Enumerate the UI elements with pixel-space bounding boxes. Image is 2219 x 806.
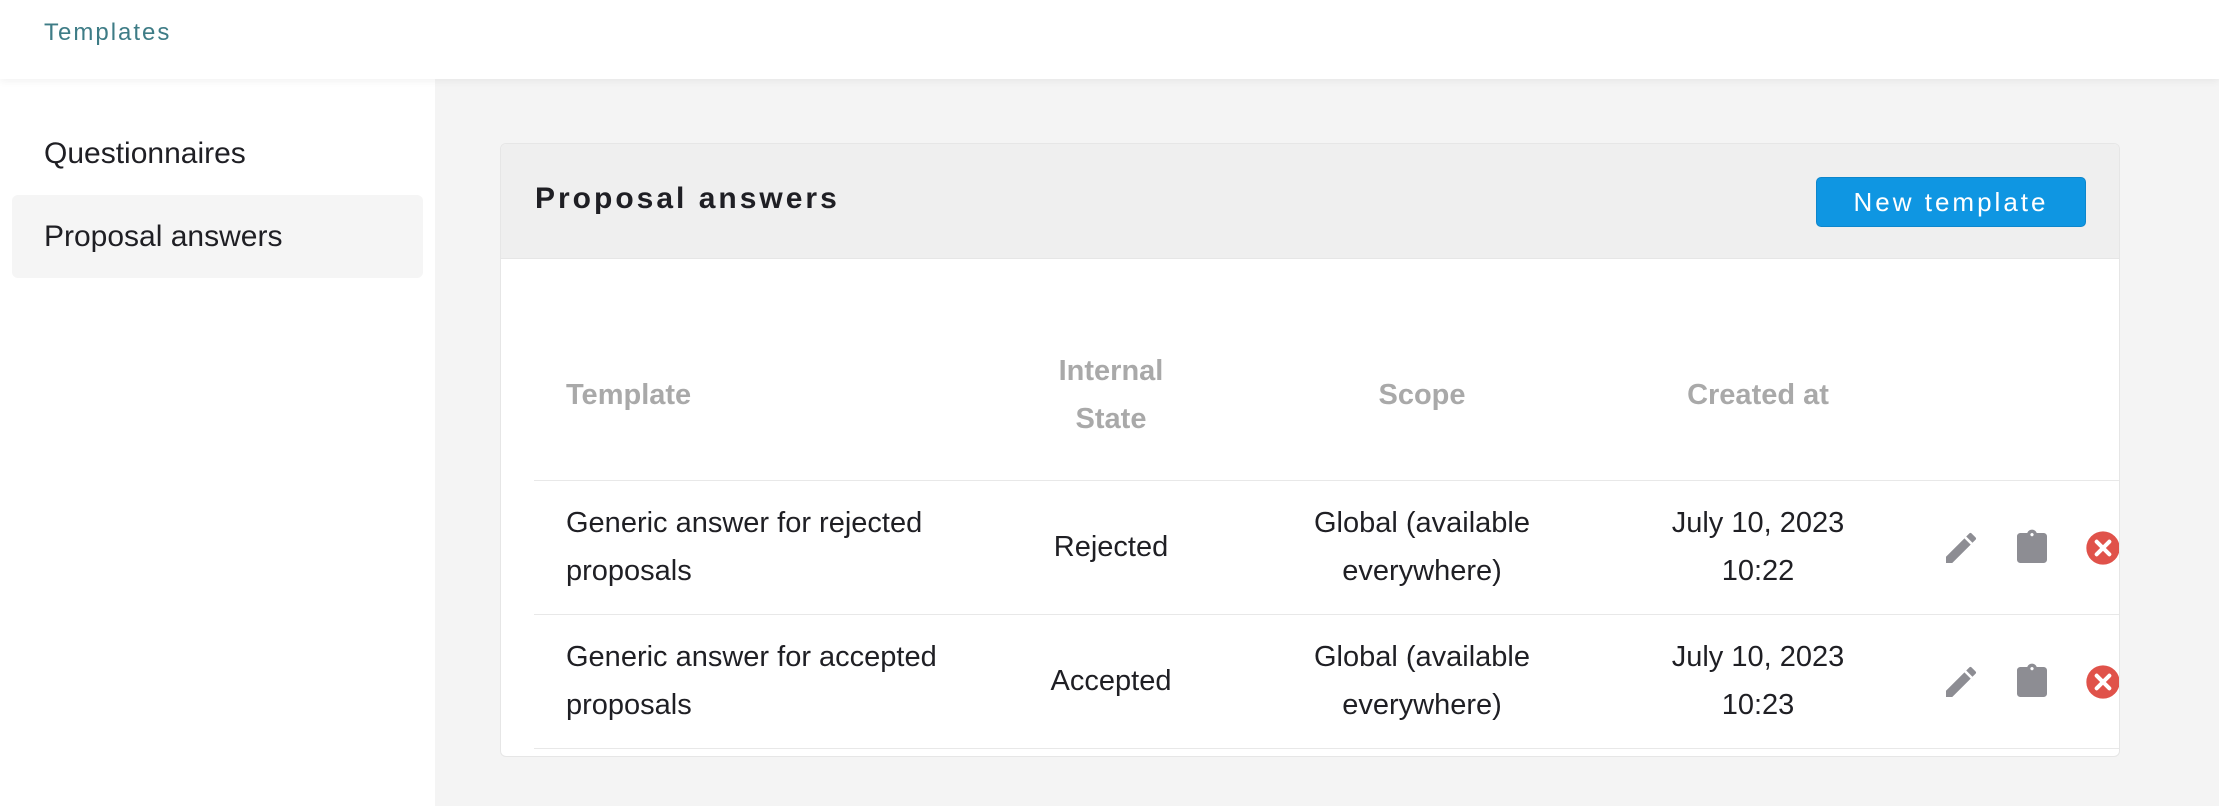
table-header-row: Template Internal State Scope Created at bbox=[534, 310, 2119, 481]
templates-card: Proposal answers New template Template I… bbox=[500, 143, 2120, 757]
column-header-label: State bbox=[1075, 402, 1147, 435]
new-template-button[interactable]: New template bbox=[1816, 177, 2086, 227]
cell-created-at: July 10, 2023 10:23 bbox=[1648, 614, 1868, 749]
cell-created-at: July 10, 2023 10:22 bbox=[1648, 480, 1868, 615]
template-name: Generic answer for rejected bbox=[566, 507, 923, 539]
close-circle-icon[interactable] bbox=[2083, 528, 2119, 568]
created-time: 10:23 bbox=[1721, 689, 1795, 721]
created-date: July 10, 2023 bbox=[1671, 507, 1845, 539]
column-header-actions bbox=[1868, 310, 2119, 481]
pencil-icon[interactable] bbox=[1941, 528, 1981, 568]
templates-table: Template Internal State Scope Created at bbox=[534, 310, 2119, 749]
sidebar-item-proposal-answers[interactable]: Proposal answers bbox=[12, 195, 423, 278]
breadcrumb[interactable]: Templates bbox=[44, 19, 171, 47]
top-bar: Templates bbox=[0, 0, 2219, 79]
column-header-label: Template bbox=[566, 378, 692, 411]
pencil-icon[interactable] bbox=[1941, 662, 1981, 702]
created-time: 10:22 bbox=[1721, 555, 1795, 587]
scope-text: everywhere) bbox=[1342, 555, 1502, 587]
column-header-label: Created at bbox=[1687, 378, 1829, 411]
scope-text: Global (available bbox=[1313, 641, 1530, 673]
table-row: Generic answer for rejected proposals Re… bbox=[534, 480, 2119, 615]
scope-text: Global (available bbox=[1313, 507, 1530, 539]
cell-internal-state: Accepted bbox=[1026, 614, 1196, 749]
close-circle-icon[interactable] bbox=[2083, 662, 2119, 702]
card-title: Proposal answers bbox=[535, 182, 840, 215]
sidebar-item-questionnaires[interactable]: Questionnaires bbox=[12, 112, 423, 195]
template-name: Generic answer for accepted bbox=[566, 641, 937, 673]
cell-template: Generic answer for rejected proposals bbox=[534, 480, 1026, 615]
scope-text: everywhere) bbox=[1342, 689, 1502, 721]
cell-scope: Global (available everywhere) bbox=[1196, 480, 1648, 615]
cell-scope: Global (available everywhere) bbox=[1196, 614, 1648, 749]
cell-actions bbox=[1868, 614, 2119, 749]
column-header-template: Template bbox=[534, 310, 1026, 481]
table-row: Generic answer for accepted proposals Ac… bbox=[534, 614, 2119, 749]
sidebar-item-label: Questionnaires bbox=[44, 136, 246, 170]
created-date: July 10, 2023 bbox=[1671, 641, 1845, 673]
template-name: proposals bbox=[566, 689, 692, 721]
column-header-internal-state: Internal State bbox=[1026, 310, 1196, 481]
cell-actions bbox=[1868, 480, 2119, 615]
clipboard-icon[interactable] bbox=[2012, 528, 2052, 568]
sidebar-item-label: Proposal answers bbox=[44, 219, 283, 253]
clipboard-icon[interactable] bbox=[2012, 662, 2052, 702]
template-name: proposals bbox=[566, 555, 692, 587]
sidebar: Questionnaires Proposal answers bbox=[0, 79, 435, 806]
column-header-label: Scope bbox=[1378, 378, 1466, 411]
main-content: Proposal answers New template Template I… bbox=[435, 79, 2219, 806]
cell-template: Generic answer for accepted proposals bbox=[534, 614, 1026, 749]
column-header-label: Internal bbox=[1058, 354, 1164, 387]
column-header-created-at: Created at bbox=[1648, 310, 1868, 481]
card-header: Proposal answers New template bbox=[501, 144, 2119, 259]
cell-internal-state: Rejected bbox=[1026, 480, 1196, 615]
column-header-scope: Scope bbox=[1196, 310, 1648, 481]
